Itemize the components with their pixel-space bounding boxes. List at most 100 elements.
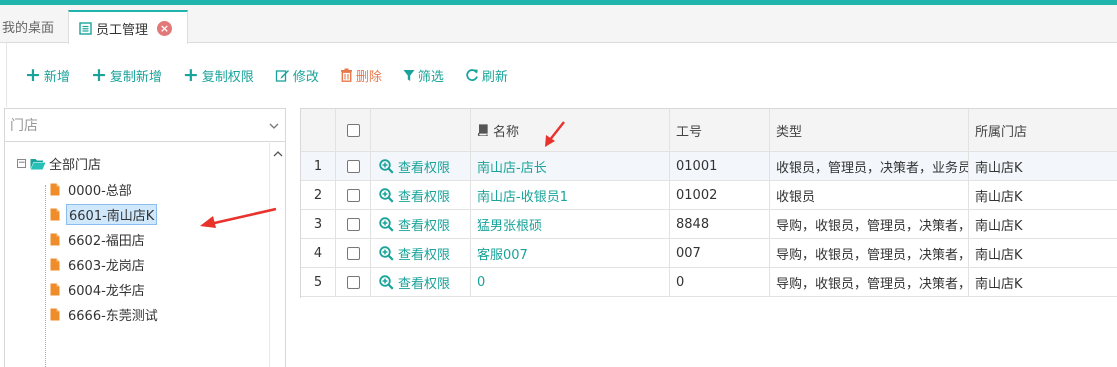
row-name-cell: 南山店-收银员1 <box>471 181 670 209</box>
toolbar: + 新增 + 复制新增 + 复制权限 修改 删除 筛选 刷新 <box>6 43 1117 107</box>
tree-node-store[interactable]: 6004-龙华店 <box>50 279 147 299</box>
edit-button[interactable]: 修改 <box>275 66 319 85</box>
view-permission-label: 查看权限 <box>398 276 451 292</box>
view-permission-link[interactable]: 查看权限 <box>379 215 450 234</box>
view-permission-label: 查看权限 <box>398 160 451 176</box>
header-name[interactable]: 名称 <box>471 109 670 151</box>
collapse-icon[interactable]: − <box>17 158 26 168</box>
store-select-placeholder: 门店 <box>10 118 38 134</box>
row-name-cell: 0 <box>471 268 670 296</box>
close-icon[interactable]: × <box>157 20 173 36</box>
employee-name-link[interactable]: 南山店-收银员1 <box>477 186 568 205</box>
header-type[interactable]: 类型 <box>770 109 969 151</box>
row-index: 5 <box>301 268 336 296</box>
tree-node-store[interactable]: 6666-东莞测试 <box>50 304 160 324</box>
employee-name-link[interactable]: 0 <box>477 275 485 290</box>
row-checkbox-cell[interactable] <box>336 181 371 209</box>
row-checkbox-cell[interactable] <box>336 239 371 267</box>
select-all-checkbox[interactable] <box>346 123 360 137</box>
row-no: 007 <box>670 239 770 267</box>
book-icon <box>477 124 489 136</box>
grid-header-row: 名称 工号 类型 所属门店 <box>301 108 1117 152</box>
row-index: 1 <box>301 152 336 180</box>
header-no[interactable]: 工号 <box>670 109 770 151</box>
row-no: 01001 <box>670 152 770 180</box>
tree-node-store[interactable]: 6602-福田店 <box>50 229 147 249</box>
trash-icon <box>340 68 353 82</box>
plus-icon: + <box>182 64 199 86</box>
tree-node-all-stores[interactable]: − 全部门店 <box>17 153 101 173</box>
header-store-label: 所属门店 <box>975 124 1028 140</box>
tree-node-label: 6601-南山店K <box>66 203 158 225</box>
table-row[interactable]: 4 查看权限 客服007 007 导购，收银员，管理员，决策者， 南山店K <box>301 239 1117 268</box>
tree-node-store[interactable]: 6603-龙岗店 <box>50 254 147 274</box>
tree-guide-line <box>45 185 46 367</box>
copy-add-button[interactable]: + 复制新增 <box>91 64 162 86</box>
view-permission-link[interactable]: 查看权限 <box>379 273 450 292</box>
zoom-in-icon <box>379 158 394 174</box>
copy-add-button-label: 复制新增 <box>109 69 162 85</box>
filter-button[interactable]: 筛选 <box>403 66 444 85</box>
row-checkbox[interactable] <box>346 246 360 260</box>
tree-node-store[interactable]: 0000-总部 <box>50 179 134 199</box>
file-icon <box>50 258 60 271</box>
view-permission-link[interactable]: 查看权限 <box>379 157 450 176</box>
refresh-icon <box>465 68 479 82</box>
view-permission-link[interactable]: 查看权限 <box>379 186 450 205</box>
zoom-in-icon <box>379 216 394 232</box>
file-icon <box>50 233 60 246</box>
row-checkbox[interactable] <box>346 188 360 202</box>
header-store[interactable]: 所属门店 <box>969 109 1117 151</box>
store-select[interactable]: 门店 <box>5 109 285 142</box>
header-no-label: 工号 <box>676 124 703 140</box>
employee-name-link[interactable]: 客服007 <box>477 244 528 263</box>
document-icon <box>79 21 92 35</box>
view-permission-link[interactable]: 查看权限 <box>379 244 450 263</box>
chevron-up-icon[interactable] <box>273 147 283 157</box>
row-checkbox-cell[interactable] <box>336 268 371 296</box>
employee-name-link[interactable]: 猛男张根硕 <box>477 215 542 234</box>
tab-employee-management[interactable]: 员工管理 × <box>68 10 188 44</box>
zoom-in-icon <box>379 245 394 261</box>
plus-icon: + <box>25 64 41 86</box>
chevron-down-icon <box>269 119 279 129</box>
zoom-in-icon <box>379 274 394 290</box>
table-row[interactable]: 1 查看权限 南山店-店长 01001 收银员，管理员，决策者，业务员 南山店K <box>301 152 1117 181</box>
refresh-button[interactable]: 刷新 <box>465 66 508 85</box>
tree-node-store-selected[interactable]: 6601-南山店K <box>50 203 158 225</box>
row-store: 南山店K <box>975 160 1023 176</box>
table-row[interactable]: 3 查看权限 猛男张根硕 8848 导购，收银员，管理员，决策者， 南山店K <box>301 210 1117 239</box>
header-type-label: 类型 <box>776 124 803 140</box>
zoom-in-icon <box>379 187 394 203</box>
row-index: 3 <box>301 210 336 238</box>
row-checkbox-cell[interactable] <box>336 210 371 238</box>
row-name-cell: 南山店-店长 <box>471 152 670 180</box>
tree-scrollbar[interactable] <box>269 143 285 367</box>
header-checkbox-cell[interactable] <box>336 109 371 151</box>
table-row[interactable]: 5 查看权限 0 0 导购，收银员，管理员，决策者， 南山店K <box>301 268 1117 297</box>
tab-bar: 我的桌面 员工管理 × <box>0 5 1117 44</box>
header-action-cell <box>371 109 471 151</box>
copy-permission-button[interactable]: + 复制权限 <box>183 64 254 86</box>
edit-icon <box>275 68 290 83</box>
store-tree: − 全部门店 0000-总部 6601-南山店K 6602-福田店 6603-龙… <box>5 143 269 367</box>
row-type: 收银员，管理员，决策者，业务员 <box>770 152 969 180</box>
row-checkbox[interactable] <box>346 275 360 289</box>
row-checkbox-cell[interactable] <box>336 152 371 180</box>
row-checkbox[interactable] <box>346 217 360 231</box>
employee-grid: 名称 工号 类型 所属门店 1 查看权限 南山店-店长 01001 收银员，管理… <box>300 108 1117 298</box>
copy-permission-button-label: 复制权限 <box>201 69 254 85</box>
plus-icon: + <box>90 64 107 86</box>
delete-button[interactable]: 删除 <box>340 66 382 85</box>
folder-open-icon <box>30 157 46 170</box>
tree-node-label: 6666-东莞测试 <box>68 308 158 324</box>
add-button[interactable]: + 新增 <box>25 64 70 86</box>
tab-desktop[interactable]: 我的桌面 <box>0 10 66 43</box>
header-name-label: 名称 <box>493 124 520 140</box>
row-type: 导购，收银员，管理员，决策者， <box>770 268 969 296</box>
row-type: 导购，收银员，管理员，决策者， <box>770 239 969 267</box>
table-row[interactable]: 2 查看权限 南山店-收银员1 01002 收银员 南山店K <box>301 181 1117 210</box>
row-checkbox[interactable] <box>346 159 360 173</box>
employee-name-link[interactable]: 南山店-店长 <box>477 157 547 176</box>
row-index: 4 <box>301 239 336 267</box>
